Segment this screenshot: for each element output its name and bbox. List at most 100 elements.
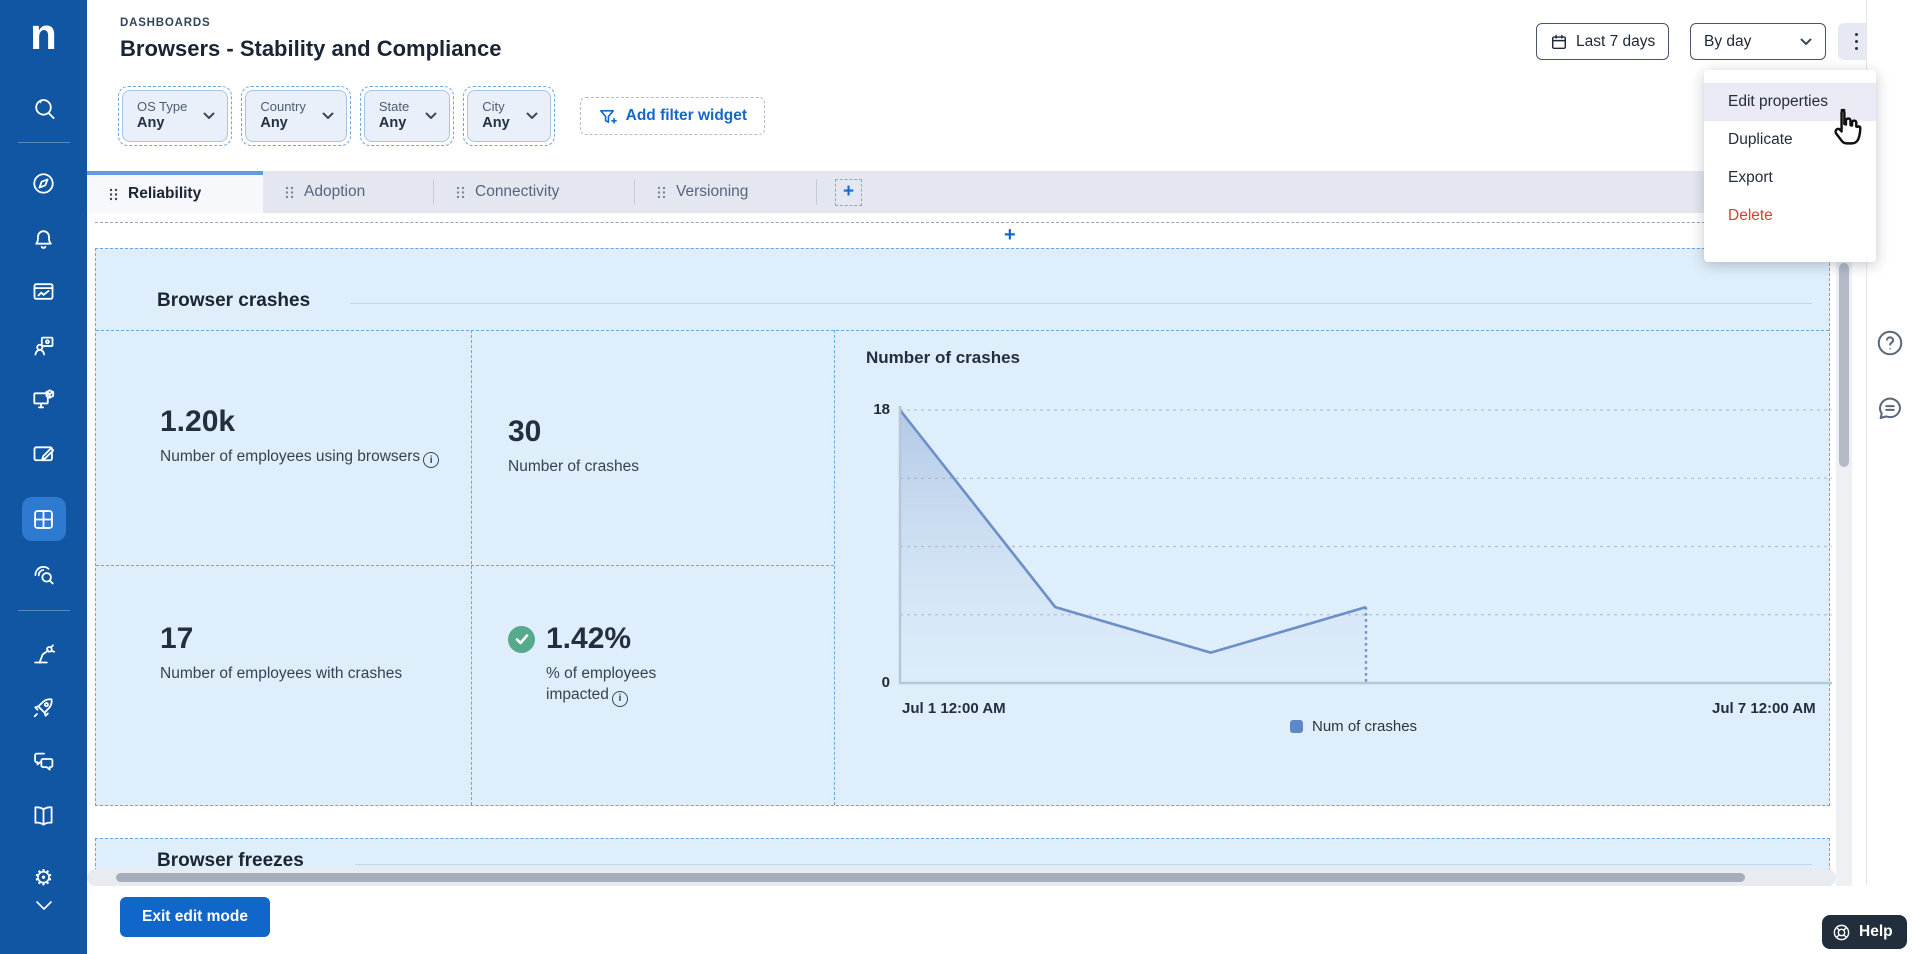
filter-country[interactable]: Country Any [245, 90, 347, 142]
tab-adoption[interactable]: Adoption [263, 171, 433, 213]
sidebar: n ⚙ [0, 0, 87, 954]
kpi-label: Number of employees with crashes [160, 665, 403, 682]
sidebar-item-content[interactable] [22, 431, 66, 475]
fingerprint-search-icon [34, 565, 54, 584]
section-title-rule [350, 303, 1812, 304]
chevron-down-icon [322, 112, 334, 119]
sidebar-item-remote-actions[interactable] [22, 377, 66, 421]
sidebar-item-library[interactable] [22, 793, 66, 837]
grid-line [834, 330, 835, 805]
chart-title: Number of crashes [866, 348, 1020, 367]
kpi-employees-with-crashes[interactable]: 17 Number of employees with crashes [160, 622, 430, 684]
grid-line [96, 330, 1829, 331]
menu-item-edit-properties[interactable]: Edit properties [1704, 83, 1876, 121]
rocket-icon [33, 697, 53, 717]
info-icon[interactable]: i [423, 452, 440, 469]
grid-line [96, 565, 834, 566]
kpi-employees-using-browsers[interactable]: 1.20k Number of employees using browsers… [160, 405, 440, 469]
sidebar-item-investigate[interactable] [22, 552, 66, 596]
filter-value: Any [260, 115, 288, 132]
plus-icon: + [1004, 224, 1016, 246]
sidebar-collapse[interactable] [22, 893, 66, 917]
sidebar-item-dashboards[interactable] [21, 497, 66, 541]
card-pen-icon [33, 445, 55, 461]
filter-value: Any [378, 115, 407, 132]
filter-city[interactable]: City Any [467, 90, 551, 142]
sidebar-divider [17, 142, 70, 143]
filter-state[interactable]: State Any [363, 90, 451, 142]
help-circle-button[interactable] [1875, 328, 1905, 358]
people-board-icon [34, 336, 54, 355]
info-icon[interactable]: i [611, 690, 628, 707]
add-tab-button[interactable]: + [835, 178, 862, 206]
chart-legend[interactable]: Num of crashes [1290, 718, 1417, 735]
kpi-value: 1.20k [160, 405, 236, 438]
filter-widget-city: City Any [463, 86, 555, 146]
device-cube-icon [33, 388, 55, 408]
exit-edit-mode-button[interactable]: Exit edit mode [120, 897, 270, 937]
filter-value: Any [482, 115, 510, 132]
ai-search-icon [35, 98, 55, 119]
filter-label: City [482, 99, 505, 115]
legend-label: Num of crashes [1312, 718, 1418, 735]
date-range-label: Last 7 days [1576, 32, 1656, 50]
drag-handle-icon [109, 188, 118, 200]
menu-item-export[interactable]: Export [1704, 159, 1876, 197]
date-range-button[interactable]: Last 7 days [1536, 23, 1670, 60]
tab-reliability[interactable]: Reliability [87, 171, 263, 213]
dashboard-tab-bar: Reliability Adoption Connectivity Versio… [87, 171, 1836, 213]
kpi-label: Number of crashes [508, 458, 639, 475]
menu-item-delete[interactable]: Delete [1704, 197, 1876, 235]
help-label: Help [1859, 923, 1893, 940]
nexthink-logo[interactable]: n [0, 0, 87, 70]
funnel-plus-icon [599, 109, 617, 124]
kpi-label: % of employees impacted i [546, 663, 696, 707]
grid-line [471, 330, 472, 805]
tab-connectivity[interactable]: Connectivity [434, 171, 634, 213]
kpi-value: 30 [508, 415, 542, 448]
breadcrumb[interactable]: DASHBOARDS [120, 17, 210, 29]
kpi-percent-impacted[interactable]: 1.42% % of employees impacted i [508, 622, 738, 707]
page-title: Browsers - Stability and Compliance [120, 36, 502, 61]
tab-versioning[interactable]: Versioning [635, 171, 816, 213]
chevron-down-icon [35, 900, 52, 910]
drag-handle-icon [456, 186, 465, 198]
monitor-chart-icon [33, 282, 54, 300]
sidebar-item-alerts[interactable] [22, 215, 66, 259]
add-section-button[interactable]: + [1004, 224, 1016, 247]
book-icon [34, 805, 53, 826]
filter-label: Country [260, 99, 306, 115]
sidebar-item-settings[interactable]: ⚙ [22, 863, 66, 893]
vertical-scrollbar[interactable] [1836, 213, 1852, 886]
sidebar-item-explore[interactable] [22, 161, 66, 205]
help-button[interactable]: Help [1822, 915, 1907, 949]
sidebar-item-automation[interactable] [22, 631, 66, 675]
add-filter-label: Add filter widget [625, 107, 748, 124]
filter-widget-state: State Any [359, 86, 455, 146]
kebab-icon [1854, 32, 1859, 37]
chart-gridlines [900, 409, 1832, 616]
add-filter-widget-button[interactable]: Add filter widget [579, 97, 766, 135]
crashes-line-chart[interactable] [836, 396, 1836, 696]
edit-mode-footer: Exit edit mode [87, 886, 1912, 954]
sidebar-item-ai-search[interactable] [22, 86, 66, 130]
chevron-down-icon [1800, 38, 1812, 45]
sidebar-item-workforce[interactable] [22, 323, 66, 367]
kpi-number-of-crashes[interactable]: 30 Number of crashes [508, 415, 768, 477]
feedback-button[interactable] [1875, 393, 1905, 423]
horizontal-scrollbar-thumb[interactable] [116, 873, 1745, 882]
filter-os-type[interactable]: OS Type Any [122, 90, 229, 142]
dashboard-context-menu: Edit properties Duplicate Export Delete [1704, 70, 1876, 262]
granularity-select[interactable]: By day [1690, 23, 1826, 60]
lifebuoy-icon [1833, 924, 1850, 940]
sidebar-item-adopt[interactable] [22, 685, 66, 729]
filter-label: OS Type [137, 99, 188, 115]
vertical-scrollbar-thumb[interactable] [1839, 263, 1849, 467]
horizontal-scrollbar[interactable] [87, 869, 1836, 886]
menu-item-duplicate[interactable]: Duplicate [1704, 121, 1876, 159]
sidebar-item-device-view[interactable] [22, 269, 66, 313]
tab-label: Connectivity [475, 183, 560, 200]
comment-icon [1879, 397, 1901, 419]
sidebar-item-engage[interactable] [22, 739, 66, 783]
x-axis-start-tick: Jul 1 12:00 AM [902, 700, 1006, 717]
